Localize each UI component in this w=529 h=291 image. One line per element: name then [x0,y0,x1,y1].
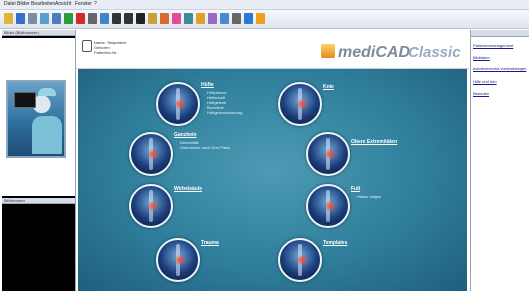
save-icon[interactable] [16,13,25,24]
toolbar [0,10,529,29]
patient-number: Patienten-Nr.: [94,50,119,55]
brand-suffix: Classic [408,44,461,61]
settings-icon[interactable] [232,13,241,24]
trauma-module-label[interactable]: Trauma [201,240,219,246]
scan-icon[interactable] [40,13,49,24]
measure-icon[interactable] [184,13,193,24]
knee-module-circle[interactable] [278,82,322,126]
link-exit[interactable]: Beenden [473,91,489,96]
surgeon-graphic [32,116,62,154]
foot-module-circle[interactable] [306,184,350,228]
full-leg-module-circle[interactable] [129,132,173,176]
knee-module-label[interactable]: Knie [323,84,334,90]
menu-bilder[interactable]: Bilder [17,1,30,7]
templates-module-circle[interactable] [278,238,322,282]
header: Name: Testpatient Geboren: Patienten-Nr.… [76,36,469,69]
link-image-data[interactable]: Bilddaten [473,55,490,60]
center-area: Name: Testpatient Geboren: Patienten-Nr.… [76,30,469,291]
menu-bar: Datei Bilder Bearbeiten Ansicht Fenster … [0,0,529,10]
full-leg-sub-2[interactable]: Osteotomie nach Dror Paley [180,145,230,150]
upper-extremities-module-circle[interactable] [306,132,350,176]
trauma-module-circle[interactable] [156,238,200,282]
right-panel: Patientenmanagement Bilddaten Aufnahmemo… [470,30,529,291]
print-icon[interactable] [28,13,37,24]
zoom-icon[interactable] [52,13,61,24]
foot-module-label[interactable]: Fuß [351,186,360,192]
menu-help[interactable]: ? [94,1,97,7]
angle-icon[interactable] [124,13,133,24]
spine-module-circle[interactable] [129,184,173,228]
link-patient-management[interactable]: Patientenmanagement [473,43,513,48]
menu-bearbeiten[interactable]: Bearbeiten [31,1,55,7]
text-icon[interactable] [136,13,145,24]
circle-icon[interactable] [160,13,169,24]
brand-name: mediCAD [338,44,411,61]
left-panel-bottom-title: Bildbrowser [2,198,75,204]
template-icon[interactable] [196,13,205,24]
left-panel: Bilder (Bildbrowser) Bildbrowser [2,30,76,291]
foot-sub-1[interactable]: Hallux Valgus [357,194,381,199]
right-panel-title [471,30,529,37]
menu-fenster[interactable]: Fenster [75,1,92,7]
surgeon-cap-graphic [38,88,56,96]
thumbnail-image[interactable] [6,80,66,158]
ruler-icon[interactable] [148,13,157,24]
color-icon[interactable] [172,13,181,24]
open-folder-icon[interactable] [4,13,13,24]
line-icon[interactable] [112,13,121,24]
menu-ansicht[interactable]: Ansicht [55,1,71,7]
delete-icon[interactable] [76,13,85,24]
monitor-graphic [14,92,36,108]
hip-sub-5[interactable]: Hüftgelenkmessung [207,110,242,115]
info-icon[interactable] [256,13,265,24]
thumbnail-area [2,38,75,196]
brand-logo-icon [321,44,335,58]
add-icon[interactable] [64,13,73,24]
menu-datei[interactable]: Datei [4,1,16,7]
patient-icon [82,40,92,52]
module-selection-area: Hüfte Hüftpfanne Hüftschaft Hüftgelenk B… [78,69,467,291]
implant-icon[interactable] [208,13,217,24]
upper-extremities-module-label[interactable]: Obere Extremitäten [351,139,397,145]
image-icon[interactable] [100,13,109,24]
full-leg-module-label[interactable]: Ganzbein [174,132,197,138]
templates-module-label[interactable]: Templates [323,240,347,246]
left-panel-title: Bilder (Bildbrowser) [2,30,75,36]
spine-module-label[interactable]: Wirbelsäule [174,186,202,192]
link-help-info[interactable]: Hilfe und Info [473,79,497,84]
move-icon[interactable] [88,13,97,24]
report-icon[interactable] [220,13,229,24]
hip-module-circle[interactable] [156,82,200,126]
link-recording-settings[interactable]: Aufnahmemodus Voreinstellungen [473,67,526,71]
hip-module-label[interactable]: Hüfte [201,82,214,88]
help-icon[interactable] [244,13,253,24]
